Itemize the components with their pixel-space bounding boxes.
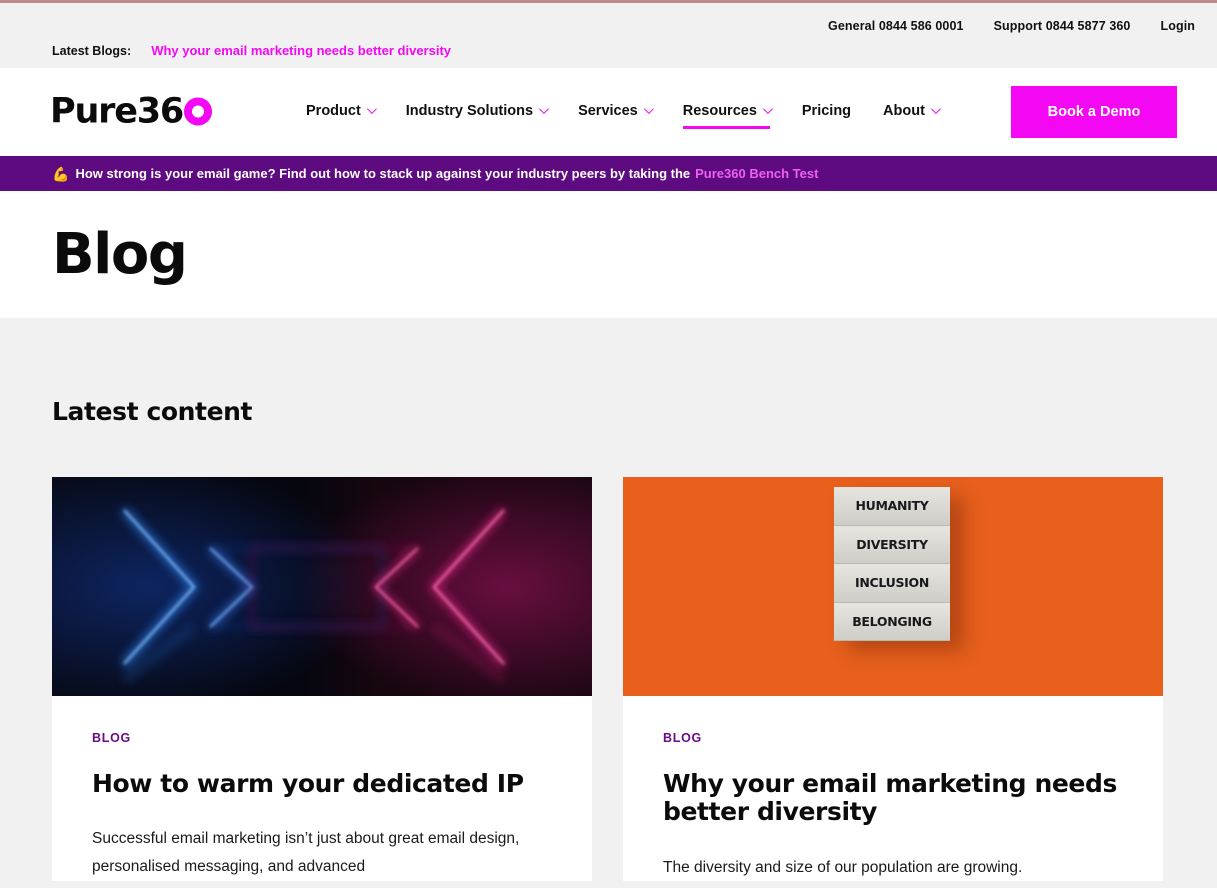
utility-links: General 0844 586 0001 Support 0844 5877 … bbox=[828, 19, 1195, 33]
support-phone-link[interactable]: Support 0844 5877 360 bbox=[994, 19, 1131, 33]
nav-label: Product bbox=[306, 102, 361, 119]
chevron-down-icon bbox=[930, 104, 941, 115]
main-header: Pure36 Product Industry Solutions Servic… bbox=[0, 68, 1217, 156]
logo-wordmark: Pure36 bbox=[50, 91, 184, 132]
word-block: HUMANITY bbox=[834, 487, 950, 526]
blog-card-grid: BLOG How to warm your dedicated IP Succe… bbox=[0, 426, 1217, 882]
login-link[interactable]: Login bbox=[1160, 19, 1195, 33]
word-block-label: HUMANITY bbox=[855, 498, 929, 514]
general-phone-link[interactable]: General 0844 586 0001 bbox=[828, 19, 964, 33]
card-body: BLOG Why your email marketing needs bett… bbox=[623, 696, 1163, 881]
card-kicker: BLOG bbox=[663, 731, 702, 745]
card-title[interactable]: Why your email marketing needs better di… bbox=[663, 769, 1123, 827]
card-thumbnail-neon-chevrons bbox=[52, 477, 592, 696]
word-block-label: INCLUSION bbox=[855, 575, 929, 591]
logo-ring-icon bbox=[184, 97, 213, 126]
bench-test-link[interactable]: Pure360 Bench Test bbox=[695, 166, 818, 181]
promo-banner-text: How strong is your email game? Find out … bbox=[75, 166, 691, 181]
word-block: DIVERSITY bbox=[834, 525, 950, 564]
primary-navigation: Product Industry Solutions Services Reso… bbox=[306, 68, 941, 156]
word-block: INCLUSION bbox=[834, 564, 950, 603]
card-thumbnail-diversity-blocks: HUMANITY DIVERSITY INCLUSION BELONGING bbox=[623, 477, 1163, 696]
word-block-label: BELONGING bbox=[852, 613, 932, 629]
word-block: BELONGING bbox=[834, 602, 950, 641]
diversity-blocks-artwork: HUMANITY DIVERSITY INCLUSION BELONGING bbox=[623, 477, 1163, 696]
flexed-biceps-emoji: 💪 bbox=[52, 165, 70, 182]
nav-label: About bbox=[883, 102, 925, 119]
nav-label: Services bbox=[578, 102, 638, 119]
chevron-down-icon bbox=[643, 104, 654, 115]
site-logo[interactable]: Pure36 bbox=[50, 91, 213, 132]
latest-blogs-link[interactable]: Why your email marketing needs better di… bbox=[151, 43, 451, 58]
nav-label: Resources bbox=[682, 102, 757, 119]
card-kicker: BLOG bbox=[92, 731, 131, 745]
card-body: BLOG How to warm your dedicated IP Succe… bbox=[52, 696, 592, 881]
latest-content-section: Latest content BLOG How to warm your ded… bbox=[0, 318, 1217, 888]
word-block-label: DIVERSITY bbox=[856, 536, 928, 552]
chevron-down-icon bbox=[762, 104, 773, 115]
card-excerpt: The diversity and size of our population… bbox=[663, 858, 1023, 876]
book-a-demo-button[interactable]: Book a Demo bbox=[1011, 86, 1177, 138]
blog-card[interactable]: BLOG How to warm your dedicated IP Succe… bbox=[52, 477, 592, 882]
nav-item-services[interactable]: Services bbox=[578, 102, 654, 122]
nav-item-resources[interactable]: Resources bbox=[682, 102, 773, 129]
nav-item-pricing[interactable]: Pricing bbox=[802, 103, 851, 122]
nav-item-industry-solutions[interactable]: Industry Solutions bbox=[405, 102, 549, 122]
nav-label: Industry Solutions bbox=[405, 102, 534, 119]
page-title-band: Blog bbox=[0, 191, 1217, 318]
chevron-down-icon bbox=[366, 104, 377, 115]
section-heading: Latest content bbox=[52, 397, 253, 426]
word-block-stack: HUMANITY DIVERSITY INCLUSION BELONGING bbox=[834, 487, 950, 641]
card-excerpt: Successful email marketing isn’t just ab… bbox=[92, 830, 520, 876]
card-title[interactable]: How to warm your dedicated IP bbox=[92, 769, 552, 798]
nav-label: Pricing bbox=[801, 102, 852, 119]
utility-bar: General 0844 586 0001 Support 0844 5877 … bbox=[0, 3, 1217, 68]
latest-blogs-label: Latest Blogs: bbox=[52, 44, 132, 58]
chevron-down-icon bbox=[539, 104, 549, 115]
nav-item-about[interactable]: About bbox=[883, 102, 941, 122]
latest-blogs-strip: Latest Blogs: Why your email marketing n… bbox=[52, 43, 451, 58]
blog-card[interactable]: HUMANITY DIVERSITY INCLUSION BELONGING B… bbox=[623, 477, 1163, 882]
nav-item-product[interactable]: Product bbox=[306, 102, 377, 122]
promo-banner[interactable]: 💪 How strong is your email game? Find ou… bbox=[0, 156, 1217, 191]
page-title: Blog bbox=[52, 222, 188, 287]
neon-chevrons-artwork bbox=[52, 477, 592, 696]
neon-chevrons-svg bbox=[121, 507, 507, 686]
